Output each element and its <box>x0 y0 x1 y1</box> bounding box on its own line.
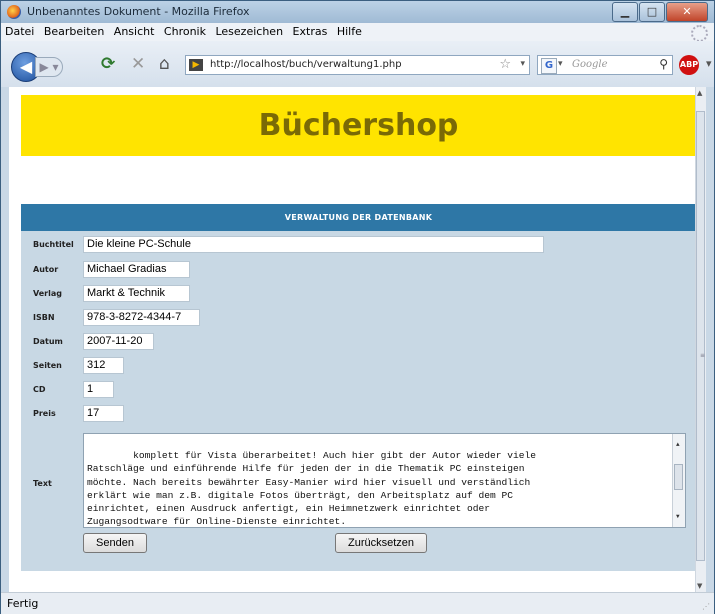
reload-icon[interactable]: ⟳ <box>101 54 115 74</box>
label-datum: Datum <box>33 337 63 346</box>
menu-bar: Datei Bearbeiten Ansicht Chronik Lesezei… <box>1 23 714 42</box>
buchtitel-input[interactable]: Die kleine PC-Schule <box>83 236 544 253</box>
search-bar[interactable]: G ▾ Google ⚲ <box>537 55 673 75</box>
throbber-icon <box>691 25 708 42</box>
page-scroll-down-icon[interactable]: ▼ <box>697 582 702 590</box>
menu-datei[interactable]: Datei <box>5 25 34 38</box>
preis-input[interactable]: 17 <box>83 405 124 422</box>
status-text: Fertig <box>7 597 39 610</box>
maximize-button[interactable]: □ <box>639 2 665 22</box>
search-placeholder[interactable]: Google <box>572 59 608 70</box>
status-bar: Fertig ⋰ <box>1 592 714 614</box>
page-scroll-up-icon[interactable]: ▲ <box>697 89 702 97</box>
home-icon[interactable]: ⌂ <box>159 54 170 74</box>
scroll-thumb[interactable] <box>674 464 683 490</box>
search-icon[interactable]: ⚲ <box>659 57 668 71</box>
admin-panel: VERWALTUNG DER DATENBANK Buchtitel Die k… <box>21 204 696 571</box>
datum-input[interactable]: 2007-11-20 <box>83 333 154 350</box>
forward-button[interactable]: ▶ ▾ <box>35 57 63 77</box>
window-controls: ▁ □ ✕ <box>611 2 708 22</box>
title-bar: Unbenanntes Dokument - Mozilla Firefox ▁… <box>1 1 714 23</box>
text-textarea[interactable]: komplett für Vista überarbeitet! Auch hi… <box>83 433 686 528</box>
menu-extras[interactable]: Extras <box>293 25 328 38</box>
menu-bearbeiten[interactable]: Bearbeiten <box>44 25 104 38</box>
engine-dropdown-icon[interactable]: ▾ <box>558 59 563 69</box>
site-title: Büchershop <box>258 108 459 143</box>
navigation-toolbar: ◀ ▶ ▾ ⟳ ✕ ⌂ ▶ http://localhost/buch/verw… <box>1 41 714 87</box>
toolbar-overflow-icon[interactable]: ▾ <box>706 57 712 70</box>
menu-ansicht[interactable]: Ansicht <box>114 25 155 38</box>
page-scrollbar[interactable]: ▲ ≡ ▼ <box>695 87 706 592</box>
autor-input[interactable]: Michael Gradias <box>83 261 190 278</box>
url-dropdown-icon[interactable]: ▾ <box>520 59 525 69</box>
adblock-plus-icon[interactable]: ABP <box>679 55 699 75</box>
seiten-input[interactable]: 312 <box>83 357 124 374</box>
isbn-input[interactable]: 978-3-8272-4344-7 <box>83 309 200 326</box>
stop-icon[interactable]: ✕ <box>131 54 145 74</box>
label-autor: Autor <box>33 265 59 274</box>
page-scroll-thumb[interactable]: ≡ <box>696 111 705 561</box>
site-header: Büchershop <box>21 95 696 156</box>
label-buchtitel: Buchtitel <box>33 240 74 249</box>
verlag-input[interactable]: Markt & Technik <box>83 285 190 302</box>
panel-title: VERWALTUNG DER DATENBANK <box>21 204 696 231</box>
site-favicon-icon: ▶ <box>189 59 203 71</box>
page-content: Büchershop VERWALTUNG DER DATENBANK Buch… <box>9 87 706 592</box>
minimize-button[interactable]: ▁ <box>612 2 638 22</box>
label-preis: Preis <box>33 409 56 418</box>
scroll-up-icon[interactable]: ▲ <box>676 438 680 451</box>
url-bar[interactable]: ▶ http://localhost/buch/verwaltung1.php … <box>185 55 530 75</box>
scroll-down-icon[interactable]: ▼ <box>676 510 680 523</box>
reset-button[interactable]: Zurücksetzen <box>335 533 427 553</box>
label-cd: CD <box>33 385 46 394</box>
label-seiten: Seiten <box>33 361 62 370</box>
label-verlag: Verlag <box>33 289 62 298</box>
bookmark-star-icon[interactable]: ☆ <box>499 57 511 72</box>
firefox-logo-icon <box>7 5 21 19</box>
text-content[interactable]: komplett für Vista überarbeitet! Auch hi… <box>87 450 536 527</box>
label-isbn: ISBN <box>33 313 55 322</box>
google-engine-icon[interactable]: G <box>541 58 557 74</box>
menu-chronik[interactable]: Chronik <box>164 25 206 38</box>
textarea-scrollbar[interactable]: ▲ ▼ <box>672 434 685 527</box>
menu-lesezeichen[interactable]: Lesezeichen <box>215 25 283 38</box>
close-button[interactable]: ✕ <box>666 2 708 22</box>
menu-hilfe[interactable]: Hilfe <box>337 25 362 38</box>
submit-button[interactable]: Senden <box>83 533 147 553</box>
cd-input[interactable]: 1 <box>83 381 114 398</box>
resize-grip-icon[interactable]: ⋰ <box>702 602 710 611</box>
label-text: Text <box>33 479 52 488</box>
browser-window: Unbenanntes Dokument - Mozilla Firefox ▁… <box>0 0 715 614</box>
url-text[interactable]: http://localhost/buch/verwaltung1.php <box>210 59 402 70</box>
window-title: Unbenanntes Dokument - Mozilla Firefox <box>27 5 250 18</box>
